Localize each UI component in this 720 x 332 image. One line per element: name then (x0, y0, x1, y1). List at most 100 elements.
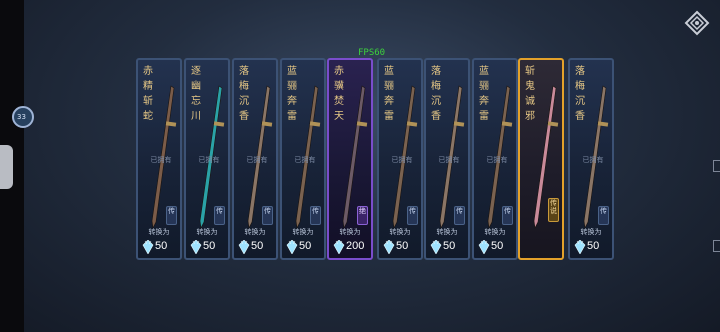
weapon-name-char: 幽 (191, 81, 201, 92)
weapon-name: 落梅沉香 (428, 64, 444, 124)
weapon-name-char: 蓝 (384, 66, 394, 77)
weapon-name-char: 蓝 (479, 66, 489, 77)
weapon-card[interactable]: 落梅沉香已拥有传转换为 50 (232, 58, 278, 260)
weapon-card[interactable]: 逐幽忘川已拥有传转换为 50 (184, 58, 230, 260)
weapon-name-char: 奔 (479, 96, 489, 107)
convert-amount: 50 (203, 240, 216, 252)
weapon-name-char: 精 (143, 81, 153, 92)
weapon-name-char: 天 (334, 111, 344, 122)
weapon-name-char: 雷 (384, 111, 394, 122)
weapon-name: 逐幽忘川 (188, 64, 204, 124)
grade-badge: 传 (310, 206, 321, 225)
convert-label: 转换为 (484, 228, 506, 236)
weapon-name-char: 邪 (525, 111, 535, 122)
weapon-name: 赤骥焚天 (331, 64, 347, 124)
convert-amount: 200 (346, 240, 365, 252)
menu-emblem-icon[interactable] (684, 10, 710, 36)
edge-indicator (713, 160, 720, 172)
owned-label: 已拥有 (198, 156, 220, 164)
weapon-card[interactable]: 斩鬼诚邪传说 (518, 58, 564, 260)
grade-badge: 传 (214, 206, 225, 225)
weapon-name-char: 梅 (431, 81, 441, 92)
weapon-name-char: 梅 (239, 81, 249, 92)
weapon-name-char: 蓝 (287, 66, 297, 77)
convert-amount: 50 (299, 240, 312, 252)
convert-label: 转换为 (148, 228, 170, 236)
crystal-icon (190, 240, 202, 254)
weapon-name-char: 香 (431, 111, 441, 122)
weapon-name: 落梅沉香 (236, 64, 252, 124)
crystal-icon (142, 240, 154, 254)
weapon-name: 蓝骊奔雷 (381, 64, 397, 124)
weapon-name-char: 香 (575, 111, 585, 122)
convert-amount: 50 (587, 240, 600, 252)
weapon-name-char: 焚 (334, 96, 344, 107)
convert-amount: 50 (491, 240, 504, 252)
weapon-name-char: 鬼 (525, 81, 535, 92)
weapon-name-char: 赤 (143, 66, 153, 77)
crystal-icon (383, 240, 395, 254)
weapon-name-char: 雷 (479, 111, 489, 122)
floating-assist-ball[interactable]: 33 (12, 106, 34, 128)
convert-label: 转换为 (389, 228, 411, 236)
owned-label: 已拥有 (438, 156, 460, 164)
convert-label: 转换为 (436, 228, 458, 236)
float-ball-label: 33 (17, 113, 26, 121)
grade-badge: 传 (598, 206, 609, 225)
owned-label: 已拥有 (582, 156, 604, 164)
weapon-name: 蓝骊奔雷 (284, 64, 300, 124)
crystal-icon (286, 240, 298, 254)
weapon-name-char: 斩 (143, 96, 153, 107)
weapon-name: 落梅沉香 (572, 64, 588, 124)
weapon-name-char: 沉 (239, 96, 249, 107)
weapon-name-char: 梅 (575, 81, 585, 92)
weapon-card[interactable]: 蓝骊奔雷已拥有传转换为 50 (472, 58, 518, 260)
convert-amount: 50 (396, 240, 409, 252)
side-pull-tab[interactable] (0, 145, 13, 189)
weapon-name-char: 忘 (191, 96, 201, 107)
owned-label: 已拥有 (294, 156, 316, 164)
weapon-name-char: 诚 (525, 96, 535, 107)
crystal-icon (430, 240, 442, 254)
weapon-name-char: 骊 (479, 81, 489, 92)
crystal-icon (333, 240, 345, 254)
weapon-name-char: 骊 (287, 81, 297, 92)
weapon-card[interactable]: 落梅沉香已拥有传转换为 50 (424, 58, 470, 260)
grade-badge: 传说 (548, 198, 559, 222)
owned-label: 已拥有 (486, 156, 508, 164)
edge-indicator (713, 240, 720, 252)
weapon-name: 赤精斩蛇 (140, 64, 156, 124)
convert-label: 转换为 (580, 228, 602, 236)
convert-amount: 50 (251, 240, 264, 252)
weapon-name-char: 骊 (384, 81, 394, 92)
weapon-name-char: 沉 (575, 96, 585, 107)
crystal-icon (238, 240, 250, 254)
weapon-card[interactable]: 赤骥焚天绝转换为 200 (327, 58, 373, 260)
owned-label: 已拥有 (246, 156, 268, 164)
grade-badge: 传 (502, 206, 513, 225)
weapon-name-char: 骥 (334, 81, 344, 92)
owned-label: 已拥有 (150, 156, 172, 164)
grade-badge: 传 (454, 206, 465, 225)
weapon-name-char: 落 (239, 66, 249, 77)
fps-counter: FPS60 (358, 48, 386, 58)
weapon-name-char: 逐 (191, 66, 201, 77)
weapon-name-char: 香 (239, 111, 249, 122)
weapon-card[interactable]: 蓝骊奔雷已拥有传转换为 50 (280, 58, 326, 260)
owned-label: 已拥有 (391, 156, 413, 164)
weapon-name-char: 斩 (525, 66, 535, 77)
weapon-card[interactable]: 蓝骊奔雷已拥有传转换为 50 (377, 58, 423, 260)
weapon-name-char: 奔 (287, 96, 297, 107)
weapon-name-char: 沉 (431, 96, 441, 107)
weapon-name: 斩鬼诚邪 (522, 64, 538, 124)
weapon-card[interactable]: 赤精斩蛇已拥有传转换为 50 (136, 58, 182, 260)
weapon-name-char: 赤 (334, 66, 344, 77)
crystal-icon (478, 240, 490, 254)
weapon-name-char: 川 (191, 111, 201, 122)
weapon-name-char: 蛇 (143, 111, 153, 122)
grade-badge: 传 (166, 206, 177, 225)
grade-badge: 传 (407, 206, 418, 225)
convert-label: 转换为 (292, 228, 314, 236)
weapon-card[interactable]: 落梅沉香已拥有传转换为 50 (568, 58, 614, 260)
weapon-name-char: 落 (575, 66, 585, 77)
